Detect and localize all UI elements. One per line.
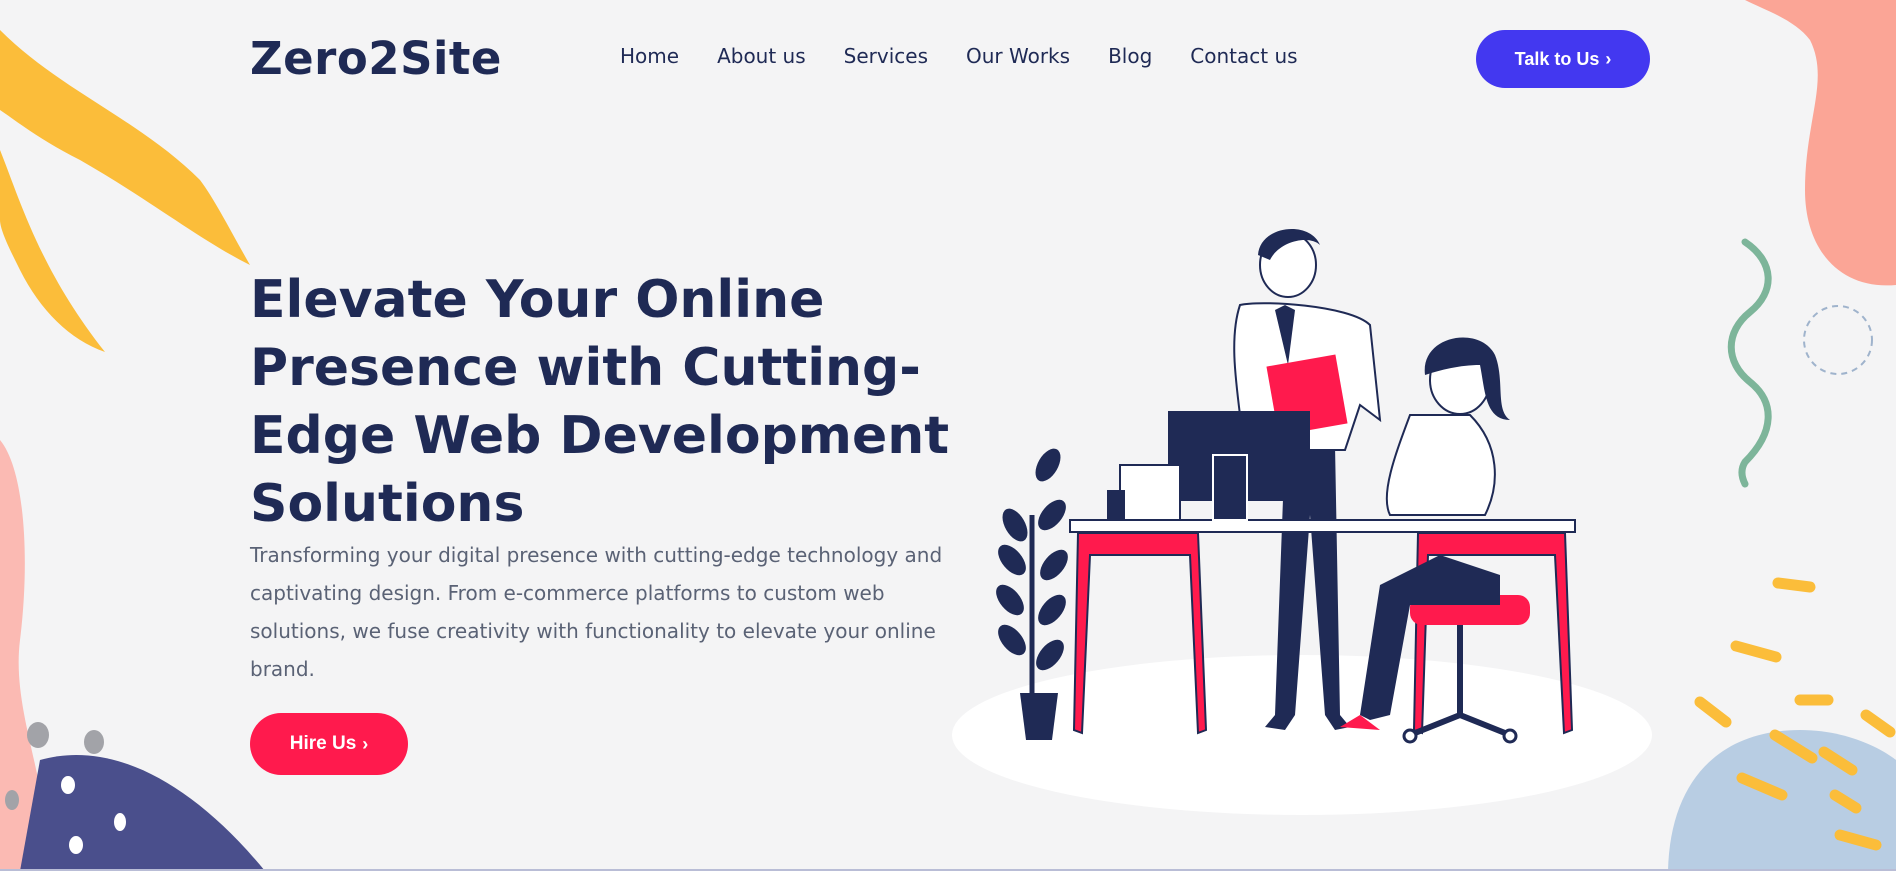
yellow-flame-shape [0,30,250,265]
main-nav: Home About us Services Our Works Blog Co… [620,44,1298,68]
nav-about-us[interactable]: About us [717,44,806,68]
chevron-right-icon: › [362,733,369,754]
computer-monitor-illustration [1107,411,1310,521]
talk-to-us-label: Talk to Us [1514,48,1600,69]
nav-services[interactable]: Services [844,44,928,68]
yellow-dashes-shape [1694,577,1896,851]
yellow-flame-shape-2 [0,150,105,352]
green-squiggle-shape [1727,238,1772,488]
hero-title: Elevate Your Online Presence with Cuttin… [250,270,950,534]
hire-us-button[interactable]: Hire Us › [250,713,408,775]
navy-blob-shape [20,754,265,871]
chevron-right-icon: › [1605,48,1612,69]
nav-home[interactable]: Home [620,44,679,68]
hero-description: Transforming your digital presence with … [250,543,943,681]
office-workers-illustration [952,228,1652,815]
dashed-circle-shape [1803,305,1873,375]
salmon-blob-shape [1745,0,1896,286]
site-logo[interactable]: Zero2Site [250,32,502,85]
pink-blob-shape [0,440,45,871]
nav-blog[interactable]: Blog [1108,44,1152,68]
nav-contact-us[interactable]: Contact us [1190,44,1297,68]
talk-to-us-button[interactable]: Talk to Us › [1476,30,1650,88]
hire-us-label: Hire Us [289,733,357,754]
blue-blob-shape [1668,730,1896,871]
nav-our-works[interactable]: Our Works [966,44,1070,68]
